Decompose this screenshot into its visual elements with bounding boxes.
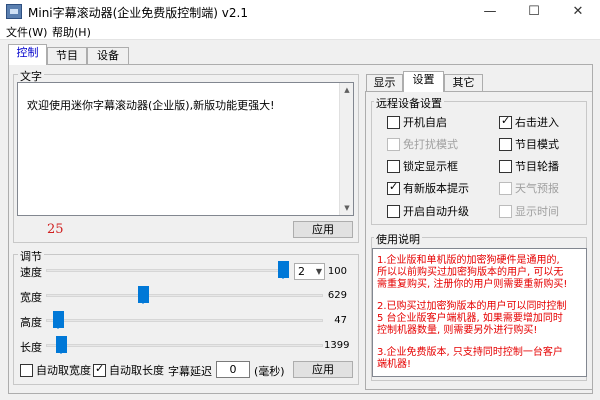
scroll-down-icon[interactable]: ▼ (340, 201, 354, 215)
boot-autostart-box[interactable] (387, 115, 400, 129)
show-time-box (499, 204, 512, 218)
length-slider-thumb[interactable] (56, 336, 67, 354)
weather-forecast-label: 天气预报 (515, 182, 559, 195)
help-text-box: 1.企业版和单机版的加密狗硬件是通用的, 所以以前购买过加密狗版本的用户, 可以… (372, 248, 587, 377)
auto-length-checkbox[interactable]: 自动取长度 (93, 362, 164, 378)
do-not-disturb-label: 免打扰模式 (403, 138, 458, 151)
char-count: 25 (47, 222, 64, 237)
width-value: 629 (327, 290, 347, 301)
adjust-group-title: 调节 (18, 248, 44, 264)
speed-slider-thumb[interactable] (278, 261, 289, 279)
speed-label: 速度 (20, 266, 42, 279)
program-mode-box[interactable] (499, 137, 512, 151)
tab-control[interactable]: 控制 (8, 44, 47, 65)
show-time-checkbox: 显示时间 (499, 203, 559, 219)
right-click-enter-label: 右击进入 (515, 116, 559, 129)
do-not-disturb-box (387, 137, 400, 151)
weather-forecast-box (499, 181, 512, 195)
program-carousel-box[interactable] (499, 159, 512, 173)
menu-help[interactable]: 帮助(H) (52, 24, 91, 40)
weather-forecast-checkbox: 天气预报 (499, 180, 559, 196)
auto-width-checkbox[interactable]: 自动取宽度 (20, 362, 91, 378)
tab-program[interactable]: 节目 (47, 47, 87, 65)
program-mode-checkbox[interactable]: 节目模式 (499, 136, 559, 152)
height-slider-thumb[interactable] (53, 311, 64, 329)
program-carousel-label: 节目轮播 (515, 160, 559, 173)
delay-label: 字幕延迟 (168, 365, 212, 378)
tab-device[interactable]: 设备 (87, 47, 129, 65)
caption-text: 欢迎使用迷你字幕滚动器(企业版),新版功能更强大! (27, 99, 275, 112)
right-click-enter-checkbox[interactable]: 右击进入 (499, 114, 559, 130)
boot-autostart-label: 开机自启 (403, 116, 447, 129)
app-icon (6, 4, 22, 19)
scroll-up-icon[interactable]: ▲ (340, 83, 354, 97)
text-scrollbar[interactable]: ▲ ▼ (339, 83, 353, 215)
help-paragraph-3: 3.企业免费版本, 只支持同时控制一台客户端机器! (377, 347, 563, 370)
length-label: 长度 (20, 341, 42, 354)
program-mode-label: 节目模式 (515, 138, 559, 151)
remote-settings-title: 远程设备设置 (374, 95, 444, 111)
speed-track[interactable] (46, 269, 286, 272)
delay-unit: (毫秒) (254, 365, 285, 378)
close-button[interactable]: ✕ (556, 0, 600, 23)
help-paragraph-2: 2.已购买过加密狗版本的用户可以同时控制 5 台企业版客户端机器, 如果需要增加… (377, 301, 567, 336)
width-slider-thumb[interactable] (138, 286, 149, 304)
show-time-label: 显示时间 (515, 205, 559, 218)
auto-length-label: 自动取长度 (109, 364, 164, 377)
auto-upgrade-checkbox[interactable]: 开启自动升级 (387, 203, 469, 219)
adjust-apply-button[interactable]: 应用 (293, 361, 353, 378)
chevron-down-icon: ▼ (315, 267, 322, 276)
auto-width-box[interactable] (20, 363, 33, 377)
auto-upgrade-box[interactable] (387, 204, 400, 218)
help-group-title: 使用说明 (374, 231, 422, 247)
width-label: 宽度 (20, 291, 42, 304)
length-track[interactable] (46, 344, 323, 347)
auto-length-box[interactable] (93, 362, 106, 377)
lock-display-label: 锁定显示框 (403, 160, 458, 173)
tab-other[interactable]: 其它 (444, 74, 483, 92)
speed-step-select[interactable]: 2 ▼ (294, 263, 325, 280)
update-notice-checkbox[interactable]: 有新版本提示 (387, 180, 469, 196)
do-not-disturb-checkbox: 免打扰模式 (387, 136, 458, 152)
window-title: Mini字幕滚动器(企业免费版控制端) v2.1 (28, 6, 248, 20)
title-bar: Mini字幕滚动器(企业免费版控制端) v2.1 — ☐ ✕ (0, 0, 600, 23)
menu-bar: 文件(W) 帮助(H) (0, 23, 600, 40)
height-value: 47 (334, 315, 347, 326)
boot-autostart-checkbox[interactable]: 开机自启 (387, 114, 447, 130)
delay-input[interactable]: 0 (216, 361, 250, 378)
speed-value: 100 (327, 266, 347, 277)
lock-display-checkbox[interactable]: 锁定显示框 (387, 158, 458, 174)
tab-display[interactable]: 显示 (366, 74, 403, 92)
update-notice-label: 有新版本提示 (403, 182, 469, 195)
height-label: 高度 (20, 316, 42, 329)
width-track[interactable] (46, 294, 323, 297)
menu-file[interactable]: 文件(W) (6, 24, 47, 40)
text-apply-button[interactable]: 应用 (293, 221, 353, 238)
auto-upgrade-label: 开启自动升级 (403, 205, 469, 218)
update-notice-box[interactable] (387, 180, 400, 195)
height-track[interactable] (46, 319, 323, 322)
caption-text-area[interactable]: 欢迎使用迷你字幕滚动器(企业版),新版功能更强大! ▲ ▼ (17, 82, 354, 216)
auto-width-label: 自动取宽度 (36, 364, 91, 377)
right-click-enter-box[interactable] (499, 114, 512, 129)
minimize-button[interactable]: — (468, 0, 512, 23)
program-carousel-checkbox[interactable]: 节目轮播 (499, 158, 559, 174)
tab-settings[interactable]: 设置 (403, 71, 444, 92)
length-value: 1399 (324, 340, 350, 351)
help-paragraph-1: 1.企业版和单机版的加密狗硬件是通用的, 所以以前购买过加密狗版本的用户, 可以… (377, 255, 568, 290)
maximize-button[interactable]: ☐ (512, 0, 556, 23)
speed-step-value: 2 (298, 265, 305, 278)
lock-display-box[interactable] (387, 159, 400, 173)
